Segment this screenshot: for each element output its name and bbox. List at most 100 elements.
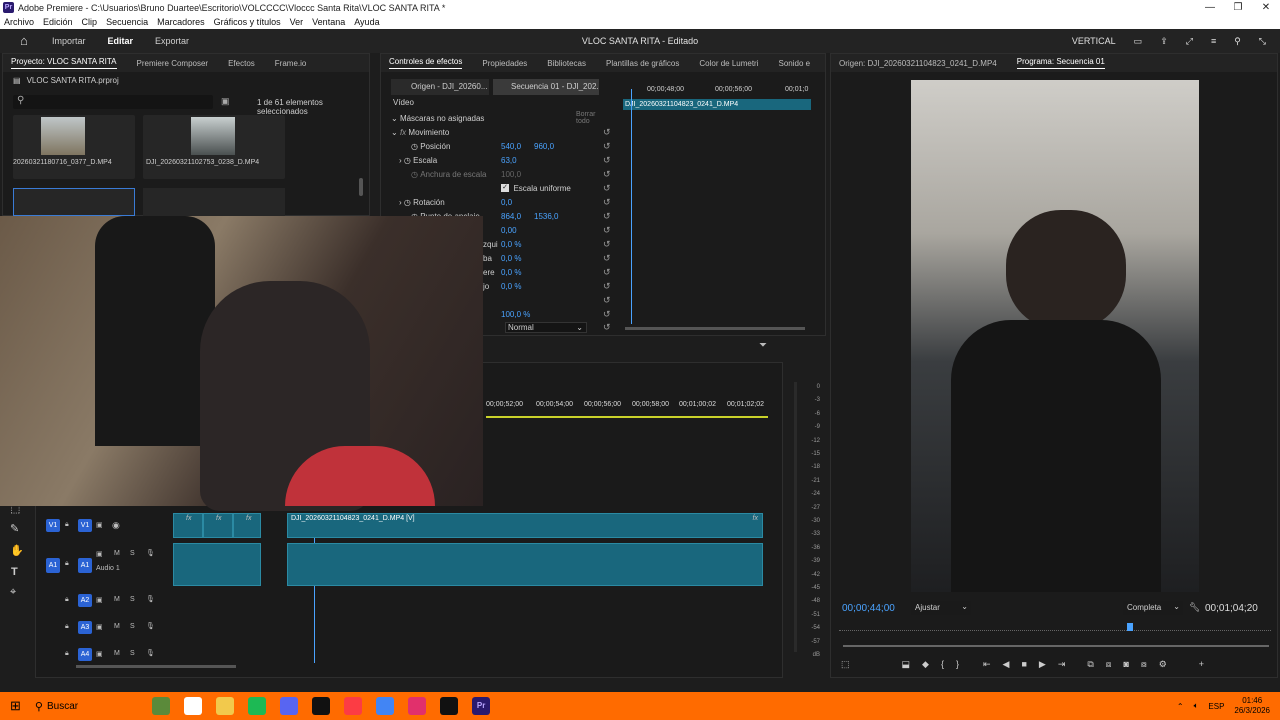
safe-margins-icon[interactable]: ⬚: [841, 659, 850, 670]
pen-tool-icon[interactable]: ✎: [10, 522, 19, 535]
menu-ayuda[interactable]: Ayuda: [354, 17, 379, 27]
reset-icon[interactable]: ↺: [603, 155, 611, 166]
mark-out-icon[interactable]: }: [956, 659, 959, 669]
monitor-playhead[interactable]: [1127, 623, 1133, 631]
mic-icon[interactable]: 🎙︎: [146, 549, 155, 557]
playhead-line[interactable]: [631, 89, 632, 324]
mute-button[interactable]: M: [114, 650, 120, 657]
compare-icon[interactable]: ⧇: [1141, 659, 1147, 670]
position-x-value[interactable]: 540,0: [501, 142, 521, 151]
zoom-scrollbar[interactable]: [625, 327, 805, 330]
source-tab[interactable]: Origen - DJI_20260...: [391, 79, 489, 95]
close-button[interactable]: ✕: [1252, 0, 1280, 15]
stop-icon[interactable]: ■: [1021, 659, 1026, 669]
layout-icon[interactable]: ▭: [1134, 36, 1143, 47]
scale-value[interactable]: 63,0: [501, 156, 517, 165]
menu-edicion[interactable]: Edición: [43, 17, 73, 27]
solo-button[interactable]: S: [130, 650, 135, 657]
tab-frameio[interactable]: Frame.io: [275, 59, 307, 68]
monitor-zoom-bar[interactable]: [843, 645, 1269, 647]
reset-icon[interactable]: ↺: [603, 267, 611, 278]
obs-icon[interactable]: [440, 697, 459, 715]
chevron-down-icon[interactable]: ⌄: [391, 128, 398, 137]
tab-proyecto[interactable]: Proyecto: VLOC SANTA RITA: [11, 57, 117, 69]
crop-left-value[interactable]: 0,0 %: [501, 240, 521, 249]
reset-icon[interactable]: ↺: [603, 239, 611, 250]
reset-icon[interactable]: ↺: [603, 253, 611, 264]
track-a4-target[interactable]: A4: [78, 648, 92, 661]
track-a3-target[interactable]: A3: [78, 621, 92, 634]
windows-start-icon[interactable]: ⊞: [10, 698, 21, 714]
opacity-value[interactable]: 100,0 %: [501, 310, 530, 319]
widgets-icon[interactable]: [152, 697, 171, 715]
menu-icon[interactable]: ≡: [1211, 36, 1216, 46]
antiflicker-value[interactable]: 0,00: [501, 226, 517, 235]
project-item[interactable]: [143, 188, 285, 216]
stopwatch-icon[interactable]: ◷: [411, 142, 418, 151]
mini-clip[interactable]: DJI_20260321104823_0241_D.MP4: [623, 99, 811, 110]
fullscreen-icon[interactable]: ⤡: [1259, 36, 1266, 47]
project-item[interactable]: DJI_20260321102753_0238_D.MP4: [143, 115, 285, 179]
track-a2-target[interactable]: A2: [78, 594, 92, 607]
menu-ver[interactable]: Ver: [290, 17, 304, 27]
mic-icon[interactable]: 🎙︎: [146, 595, 155, 603]
rotation-value[interactable]: 0,0: [501, 198, 512, 207]
current-timecode[interactable]: 00;00;44;00: [842, 603, 895, 614]
clear-all-button[interactable]: Borrar todo: [576, 111, 611, 125]
step-forward-icon[interactable]: ▶: [1039, 659, 1046, 670]
reset-icon[interactable]: ↺: [603, 211, 611, 222]
project-item-selected[interactable]: [13, 188, 135, 216]
speaker-icon[interactable]: 🔈︎: [1194, 701, 1199, 711]
reset-icon[interactable]: ↺: [603, 295, 611, 306]
main-video-clip[interactable]: DJI_20260321104823_0241_D.MP4 [V] fx: [287, 513, 763, 538]
lock-icon[interactable]: 🔒︎: [65, 650, 69, 658]
workspace-label[interactable]: VERTICAL: [1072, 36, 1116, 46]
sync-icon[interactable]: ▣: [96, 550, 103, 558]
settings-icon[interactable]: ⚙: [1159, 659, 1167, 670]
track-a1-target[interactable]: A1: [78, 558, 92, 573]
reset-icon[interactable]: ↺: [603, 141, 611, 152]
scrollbar[interactable]: [359, 178, 363, 196]
add-button-icon[interactable]: +: [1199, 659, 1204, 669]
menu-clip[interactable]: Clip: [82, 17, 98, 27]
filter-icon[interactable]: ⏷: [759, 340, 767, 351]
sequence-tab[interactable]: Secuencia 01 - DJI_202...: [493, 79, 599, 95]
instagram-icon[interactable]: [408, 697, 427, 715]
timeline-scrollbar[interactable]: [76, 665, 236, 668]
home-icon[interactable]: ⌂: [20, 34, 34, 48]
source-patch-v1[interactable]: V1: [46, 519, 60, 532]
mute-button[interactable]: M: [114, 550, 120, 557]
type-tool-icon[interactable]: T: [11, 566, 18, 578]
copilot-icon[interactable]: [184, 697, 203, 715]
premiere-taskbar-icon[interactable]: Pr: [472, 697, 491, 715]
mic-icon[interactable]: 🎙︎: [146, 622, 155, 630]
source-patch-a1[interactable]: A1: [46, 558, 60, 573]
taskbar-search[interactable]: Buscar: [47, 701, 78, 712]
reset-icon[interactable]: ↺: [603, 322, 611, 333]
discord-icon[interactable]: [280, 697, 299, 715]
reset-icon[interactable]: ↺: [603, 127, 611, 138]
lock-icon[interactable]: 🔒︎: [65, 623, 69, 631]
tab-plantillas[interactable]: Plantillas de gráficos: [606, 59, 679, 68]
lock-icon[interactable]: 🔒︎: [65, 560, 69, 568]
tab-sonido[interactable]: Sonido e: [779, 59, 811, 68]
menu-graficos[interactable]: Gráficos y títulos: [214, 17, 281, 27]
reset-icon[interactable]: ↺: [603, 197, 611, 208]
quality-select[interactable]: Completa ⌄: [1123, 601, 1183, 615]
track-v1-target[interactable]: V1: [78, 519, 92, 532]
tab-premiere-composer[interactable]: Premiere Composer: [137, 59, 209, 68]
main-audio-clip[interactable]: [287, 543, 763, 586]
video-clip[interactable]: fx: [173, 513, 203, 538]
tab-source[interactable]: Origen: DJI_20260321104823_0241_D.MP4: [839, 59, 997, 68]
clock[interactable]: 01:46 26/3/2026: [1234, 696, 1270, 716]
share-icon[interactable]: ⇪: [1160, 36, 1168, 47]
stopwatch-icon[interactable]: ◷: [404, 198, 411, 207]
sync-icon[interactable]: ▣: [96, 623, 103, 631]
anchor-x-value[interactable]: 864,0: [501, 212, 521, 221]
minimize-button[interactable]: —: [1196, 0, 1224, 15]
crop-right-value[interactable]: 0,0 %: [501, 268, 521, 277]
go-to-in-icon[interactable]: ⇤: [983, 659, 991, 670]
reset-icon[interactable]: ↺: [603, 183, 611, 194]
music-icon[interactable]: [344, 697, 363, 715]
monitor-time-ruler[interactable]: [839, 625, 1271, 631]
